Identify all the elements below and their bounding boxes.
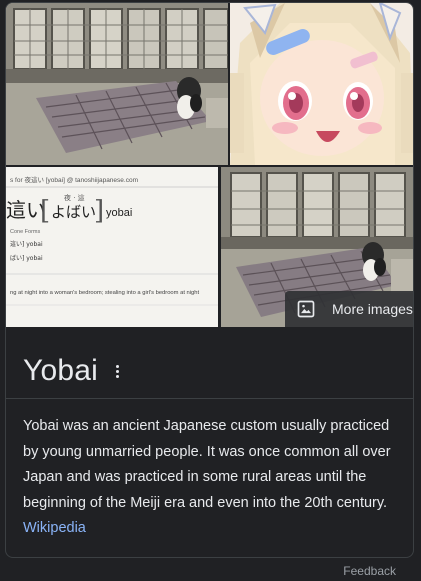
dict-furigana: 夜 · 這 bbox=[64, 193, 85, 202]
entity-header: Yobai bbox=[23, 349, 126, 393]
entity-description: Yobai was an ancient Japanese custom usu… bbox=[23, 414, 401, 542]
entity-title: Yobai bbox=[23, 354, 98, 387]
divider bbox=[6, 398, 413, 399]
image-icon bbox=[296, 299, 316, 319]
gallery-image-3[interactable]: s for 夜這い [yobai] @ tanoshiijapanese.com… bbox=[6, 167, 218, 327]
dict-line-4: ng at night into a woman's bedroom; stea… bbox=[10, 290, 200, 296]
gallery-image-1[interactable] bbox=[6, 3, 228, 165]
more-images-button[interactable]: More images bbox=[285, 291, 413, 327]
svg-text:]: ] bbox=[94, 196, 104, 226]
dict-line-2: 這い] yobai bbox=[10, 240, 43, 248]
gallery-image-2[interactable] bbox=[230, 3, 413, 165]
dict-romaji: yobai bbox=[106, 207, 132, 219]
dict-kana: よばい bbox=[51, 203, 96, 221]
description-text: Yobai was an ancient Japanese custom usu… bbox=[23, 418, 391, 511]
feedback-link[interactable]: Feedback bbox=[343, 564, 396, 578]
wikipedia-link[interactable]: Wikipedia bbox=[23, 520, 86, 536]
more-vert-icon[interactable] bbox=[110, 358, 126, 384]
dict-line-1: Cone Forms bbox=[10, 229, 41, 235]
more-images-label: More images bbox=[332, 301, 413, 317]
svg-text:[: [ bbox=[40, 196, 50, 226]
image-gallery: s for 夜這い [yobai] @ tanoshiijapanese.com… bbox=[6, 3, 413, 327]
dict-source: s for 夜這い [yobai] @ tanoshiijapanese.com bbox=[10, 175, 138, 184]
knowledge-panel: s for 夜這い [yobai] @ tanoshiijapanese.com… bbox=[5, 2, 414, 558]
dict-line-3: ばい] yobai bbox=[10, 254, 43, 262]
